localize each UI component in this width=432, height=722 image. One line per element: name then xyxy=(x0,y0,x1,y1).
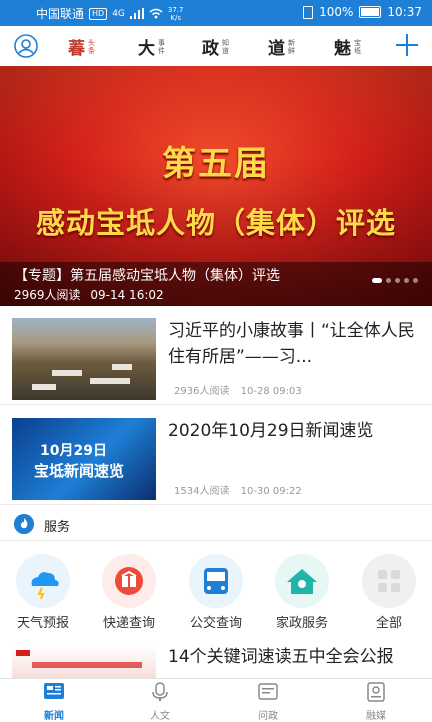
banner-headline-line1: 第五届 xyxy=(162,144,270,184)
service-label: 全部 xyxy=(375,616,402,631)
carousel-dot[interactable] xyxy=(413,278,418,283)
thumb-building xyxy=(90,378,130,384)
news-read-count: 2936人阅读 xyxy=(174,386,230,397)
banner-caption-title: 【专题】第五届感动宝坻人物（集体）评选 xyxy=(14,268,280,284)
bus-icon xyxy=(189,554,243,608)
featured-banner[interactable]: 第五届 感动宝坻人物（集体）评选 【专题】第五届感动宝坻人物（集体）评选 296… xyxy=(0,66,432,306)
nav-item-sub: 事件 xyxy=(158,38,165,55)
banner-caption: 【专题】第五届感动宝坻人物（集体）评选 2969人阅读 09-14 16:02 xyxy=(0,262,432,306)
service-weather[interactable]: 天气预报 xyxy=(3,554,83,631)
all-icon xyxy=(362,554,416,608)
banner-caption-meta: 2969人阅读 09-14 16:02 xyxy=(14,286,164,303)
carousel-dot[interactable] xyxy=(395,278,400,283)
thumb-date-text: 10月29日 xyxy=(40,443,107,459)
net-speed: 37.7 K/s xyxy=(167,5,184,22)
carousel-dot[interactable] xyxy=(404,278,409,283)
news-item[interactable]: 习近平的小康故事丨“让全体人民住有所居”——习... 2936人阅读 10-28… xyxy=(0,310,432,405)
nav-item-char: 魅 xyxy=(334,39,351,59)
network-type: 4G xyxy=(112,8,125,19)
banner-headline-line2: 感动宝坻人物（集体）评选 xyxy=(35,206,396,240)
carousel-dots xyxy=(372,278,418,283)
thumb-building xyxy=(112,364,132,370)
services-section-title: 服务 xyxy=(44,520,71,535)
thumb-flag-mark xyxy=(16,650,30,656)
news-title: 14个关键词速读五中全会公报 xyxy=(168,647,394,667)
tab-toutiao[interactable]: 萶 头条 xyxy=(68,34,97,60)
news-icon xyxy=(44,683,64,699)
nav-item-sub: 知道 xyxy=(222,38,229,55)
express-icon xyxy=(102,554,156,608)
inquiry-icon xyxy=(258,683,278,700)
battery-icon xyxy=(359,6,382,18)
nav-item-sub: 宝坻 xyxy=(354,38,361,55)
nav-item-char: 萶 xyxy=(68,39,85,59)
service-home[interactable]: 家政服务 xyxy=(262,554,342,631)
tab-news[interactable]: 新闻 xyxy=(24,682,84,722)
wifi-icon xyxy=(149,8,163,19)
thumb-building xyxy=(32,384,56,390)
user-avatar-icon[interactable] xyxy=(14,34,38,58)
news-meta: 2936人阅读 10-28 09:03 xyxy=(174,382,310,397)
nav-item-sub: 新鲜 xyxy=(288,38,295,55)
news-item[interactable]: 10月29日 宝坻新闻速览 2020年10月29日新闻速览 1534人阅读 10… xyxy=(0,410,432,505)
thumb-building xyxy=(52,370,82,376)
news-item[interactable]: 14个关键词速读五中全会公报 xyxy=(0,640,432,678)
clock: 10:37 xyxy=(387,5,422,19)
top-channel-nav: 萶 头条 大 事件 政 知道 道 新鲜 魅 宝坻 xyxy=(0,26,432,67)
service-express[interactable]: 快递查询 xyxy=(89,554,169,631)
signal-icon xyxy=(129,8,144,19)
service-label: 天气预报 xyxy=(16,616,69,631)
vibrate-icon xyxy=(303,5,314,19)
banner-read-count: 2969人阅读 xyxy=(14,288,81,302)
status-bar: 中国联通 HD 4G 37.7 K/s 100% 10:37 xyxy=(0,0,432,26)
nav-item-char: 政 xyxy=(202,39,219,59)
service-flame-icon xyxy=(14,514,34,534)
news-thumbnail: 10月29日 宝坻新闻速览 xyxy=(12,418,156,500)
bottom-tab-bar: 新闻 人文 问政 融媒 xyxy=(0,678,432,722)
thumb-title-text: 宝坻新闻速览 xyxy=(34,462,125,480)
service-bus[interactable]: 公交查询 xyxy=(176,554,256,631)
add-channel-button[interactable] xyxy=(396,34,418,56)
news-read-count: 1534人阅读 xyxy=(174,486,230,497)
tab-meibaodi[interactable]: 魅 宝坻 xyxy=(334,34,363,60)
nav-item-char: 大 xyxy=(138,39,155,59)
tab-dashijian[interactable]: 大 事件 xyxy=(138,34,167,60)
service-label: 家政服务 xyxy=(275,616,328,631)
tab-inquiry[interactable]: 问政 xyxy=(238,682,298,722)
carousel-dot[interactable] xyxy=(372,278,382,283)
news-thumbnail xyxy=(12,646,156,678)
news-timestamp: 10-28 09:03 xyxy=(240,386,302,397)
tab-zhengzhidao[interactable]: 政 知道 xyxy=(202,34,231,60)
tab-media[interactable]: 融媒 xyxy=(346,682,406,722)
media-icon xyxy=(367,682,385,702)
weather-icon xyxy=(16,554,70,608)
news-title: 2020年10月29日新闻速览 xyxy=(168,421,374,441)
service-label: 快递查询 xyxy=(102,616,155,631)
tab-culture[interactable]: 人文 xyxy=(130,682,190,722)
services-section-header: 服务 xyxy=(0,508,432,541)
service-label: 公交查询 xyxy=(189,616,242,631)
tab-daoxinxian[interactable]: 道 新鲜 xyxy=(268,34,297,60)
hd-badge: HD xyxy=(89,7,108,20)
banner-timestamp: 09-14 16:02 xyxy=(90,288,164,302)
services-grid: 天气预报 快递查询 公交查询 家政服务 全部 xyxy=(0,548,432,636)
carrier-name: 中国联通 xyxy=(36,7,85,21)
news-title: 习近平的小康故事丨“让全体人民住有所居”——习... xyxy=(168,321,415,367)
nav-item-char: 道 xyxy=(268,39,285,59)
carousel-dot[interactable] xyxy=(386,278,391,283)
news-thumbnail xyxy=(12,318,156,400)
news-meta: 1534人阅读 10-30 09:22 xyxy=(174,482,310,497)
battery-percent: 100% xyxy=(319,5,354,19)
thumb-text-band xyxy=(32,662,142,668)
microphone-icon xyxy=(152,682,168,701)
nav-item-sub: 头条 xyxy=(88,38,95,55)
service-all[interactable]: 全部 xyxy=(349,554,429,631)
home-service-icon xyxy=(275,554,329,608)
news-timestamp: 10-30 09:22 xyxy=(240,486,302,497)
